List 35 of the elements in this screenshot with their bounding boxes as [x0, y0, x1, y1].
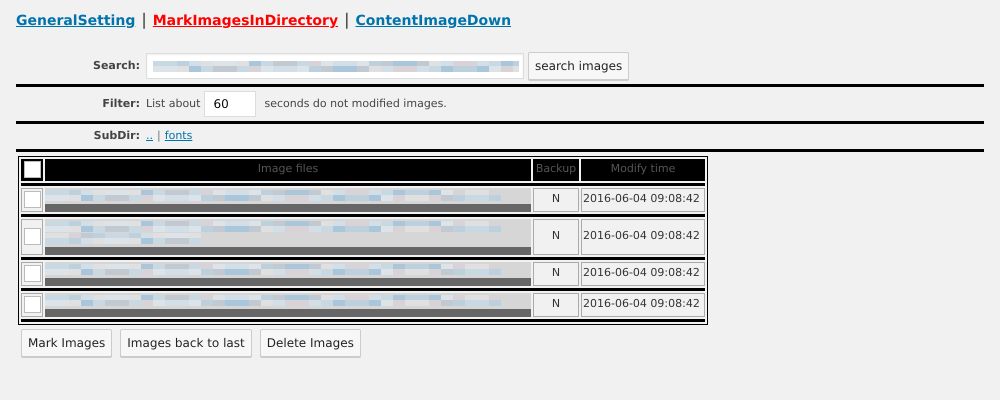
checkbox[interactable]: [24, 264, 40, 282]
search-button[interactable]: search images: [528, 52, 630, 80]
checkbox[interactable]: [24, 160, 40, 178]
nav-link[interactable]: MarkImagesInDirectory: [152, 11, 338, 32]
table-cell: 2016-06-04 09:08:42: [581, 262, 705, 286]
table-cell: 2016-06-04 09:08:42: [581, 188, 705, 212]
column-header: Image files: [45, 158, 531, 180]
subdir-label: SubDir:: [92, 128, 141, 144]
separator-text: |: [157, 128, 161, 144]
separator-text: |: [344, 9, 350, 31]
search-field[interactable]: [146, 53, 524, 79]
action-button[interactable]: Images back to last: [120, 328, 252, 356]
filter-label: Filter:: [101, 96, 141, 112]
table-cell: 2016-06-04 09:08:42: [581, 218, 705, 254]
directory-link[interactable]: fonts: [164, 128, 192, 144]
seconds-field[interactable]: 60: [204, 91, 256, 117]
action-button[interactable]: Mark Images: [21, 328, 112, 356]
checkbox[interactable]: [24, 228, 40, 245]
search-label: Search:: [92, 58, 141, 74]
table-cell: 2016-06-04 09:08:42: [581, 292, 705, 316]
checkbox[interactable]: [24, 190, 40, 208]
nav-link[interactable]: GeneralSetting: [16, 11, 136, 32]
table-cell: N: [533, 262, 579, 286]
table-cell: N: [533, 218, 579, 254]
column-header: Backup: [533, 158, 579, 180]
table-cell: N: [533, 292, 579, 316]
table-cell: N: [533, 188, 579, 212]
column-header: Modify time: [581, 158, 705, 180]
checkbox[interactable]: [24, 296, 40, 313]
separator-text: |: [141, 9, 147, 31]
filter-text: List about: [146, 96, 200, 112]
filter-text: seconds do not modified images.: [264, 96, 447, 112]
nav-link[interactable]: ContentImageDown: [355, 11, 512, 32]
directory-link[interactable]: ..: [146, 128, 153, 144]
action-button[interactable]: Delete Images: [260, 328, 361, 356]
